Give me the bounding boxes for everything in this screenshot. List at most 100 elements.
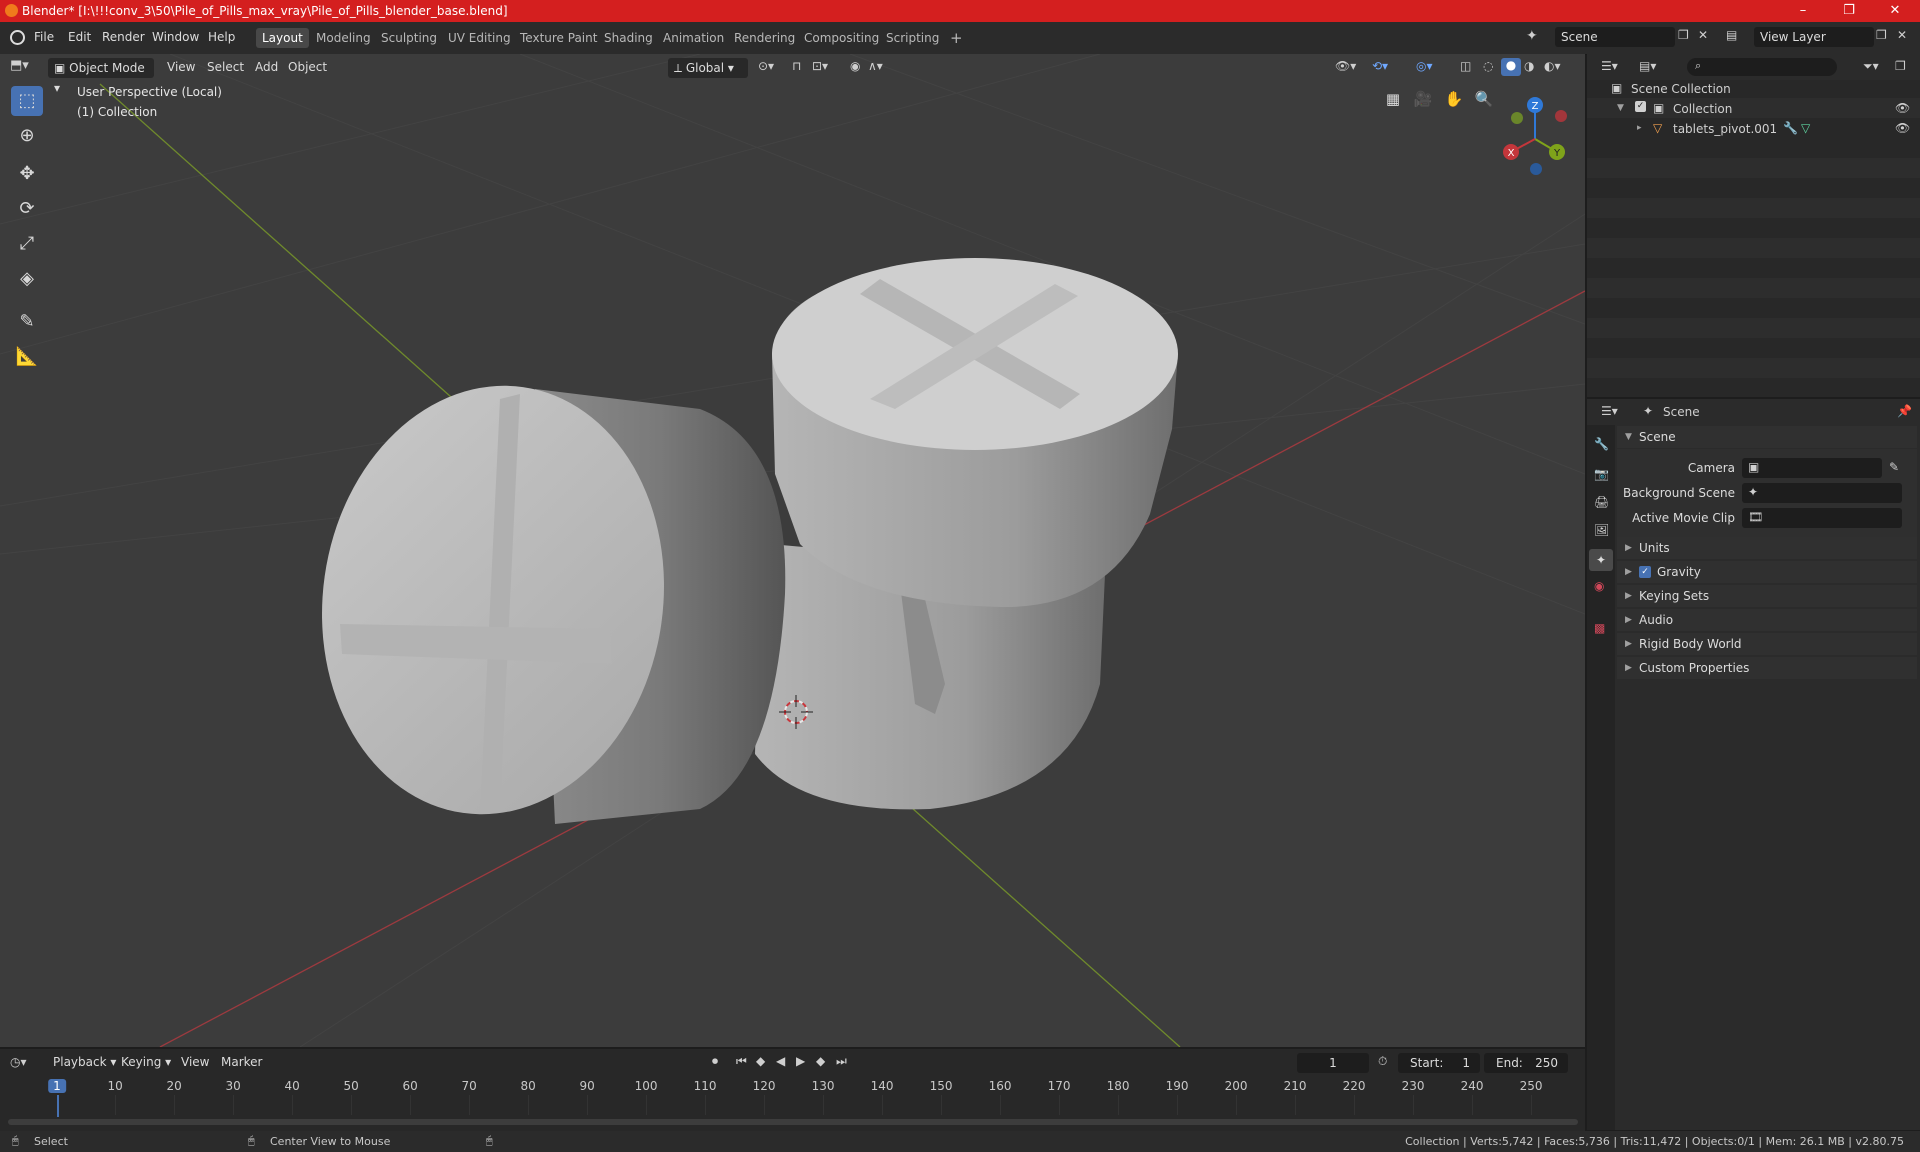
overlay-toggle-icon[interactable]: ◎▾ [1416,59,1433,73]
tab-rendering[interactable]: Rendering [728,28,801,48]
select-box-tool-icon[interactable]: ⬚ [11,86,43,116]
visibility-icon[interactable]: 👁▾ [1335,59,1356,73]
close-window-button[interactable]: ✕ [1872,0,1918,22]
new-view-layer-icon[interactable]: ❐ [1876,28,1887,42]
falloff-icon[interactable]: ∧▾ [868,59,883,73]
eye-icon[interactable]: 👁 [1895,121,1910,135]
camera-view-icon[interactable]: 🎥 [1410,86,1436,112]
view-layer-icon[interactable]: ▤ [1726,28,1737,42]
scene-tab-icon[interactable]: ✦ [1589,549,1613,571]
tab-shading[interactable]: Shading [598,28,659,48]
tab-sculpting[interactable]: Sculpting [375,28,443,48]
view-layer-tab-icon[interactable]: 🖼 [1594,523,1609,537]
render-tab-icon[interactable]: 📷 [1594,467,1609,481]
active-movie-clip-field[interactable]: 🎞 [1742,508,1902,528]
add-workspace-button[interactable]: + [944,28,969,48]
scene-panel-header[interactable]: ▼ Scene [1617,426,1917,448]
background-scene-field[interactable]: ✦ [1742,483,1902,503]
3d-viewport[interactable]: User Perspective (Local) (1) Collection … [0,54,1585,1047]
proportional-edit-icon[interactable]: ◉ [850,59,860,73]
eye-icon[interactable]: 👁 [1895,101,1910,115]
new-scene-icon[interactable]: ❐ [1678,28,1689,42]
outliner-row-object[interactable]: ▸ ▽ tablets_pivot.001 🔧 ▽ 👁 [1587,118,1920,138]
display-mode-icon[interactable]: ▤▾ [1639,59,1656,73]
timeline-scrollbar[interactable] [8,1119,1578,1125]
blender-menu-icon[interactable] [10,30,25,45]
audio-panel[interactable]: ▶ Audio [1617,609,1917,631]
scale-tool-icon[interactable]: ⤢ [11,229,43,259]
menu-file[interactable]: File [34,30,54,44]
pivot-point-icon[interactable]: ⊙▾ [758,59,774,73]
cursor-tool-icon[interactable]: ⊕ [11,121,43,151]
material-shading-icon[interactable]: ◑ [1524,59,1534,73]
tab-texture-paint[interactable]: Texture Paint [514,28,603,48]
collection-checkbox[interactable]: ✓ [1635,101,1646,112]
tab-modeling[interactable]: Modeling [310,28,377,48]
viewport-menu-view[interactable]: View [162,58,200,76]
outliner-row-scene-collection[interactable]: ▣ Scene Collection [1587,78,1920,98]
menu-window[interactable]: Window [152,30,199,44]
snap-icon[interactable]: ⊓ [792,59,801,73]
delete-view-layer-icon[interactable]: ✕ [1897,28,1907,42]
properties-editor-type-icon[interactable]: ☰▾ [1601,404,1618,418]
filter-icon[interactable]: ⏷▾ [1863,59,1879,74]
menu-render[interactable]: Render [102,30,145,44]
playhead-line[interactable] [57,1095,59,1117]
expand-arrow-icon[interactable]: ▸ [1637,123,1642,133]
eyedropper-icon[interactable]: ✎ [1889,460,1899,474]
measure-tool-icon[interactable]: 📐 [11,342,43,372]
maximize-button[interactable]: ❐ [1826,0,1872,22]
delete-scene-icon[interactable]: ✕ [1698,28,1708,42]
gravity-panel[interactable]: ▶ ✓ Gravity [1617,561,1917,583]
scene-icon[interactable]: ✦ [1526,28,1538,44]
navigation-gizmo[interactable]: Z Y X [1495,89,1585,189]
pill-upper [772,258,1178,608]
gizmo-toggle-icon[interactable]: ⟲▾ [1372,59,1388,73]
menu-help[interactable]: Help [208,30,235,44]
menu-edit[interactable]: Edit [68,30,91,44]
viewport-menu-add[interactable]: Add [250,58,283,76]
pin-icon[interactable]: 📌 [1897,404,1912,418]
camera-field[interactable]: ▣ [1742,458,1882,478]
viewport-menu-object[interactable]: Object [283,58,332,76]
new-collection-icon[interactable]: ❐ [1895,59,1906,73]
tab-layout[interactable]: Layout [256,28,309,48]
wireframe-shading-icon[interactable]: ◌ [1483,59,1493,73]
rotate-tool-icon[interactable]: ⟳ [11,194,43,224]
minimize-button[interactable]: – [1780,0,1826,22]
texture-tab-icon[interactable]: ▩ [1594,621,1605,635]
view-layer-field[interactable]: View Layer [1754,27,1874,47]
gravity-checkbox[interactable]: ✓ [1639,566,1651,578]
outliner-search-input[interactable]: ⌕ [1687,58,1837,76]
snap-target-icon[interactable]: ⊡▾ [812,59,828,73]
solid-shading-icon[interactable]: ● [1501,58,1521,76]
tab-uv-editing[interactable]: UV Editing [442,28,517,48]
collapse-arrow-icon[interactable]: ▼ [1617,103,1624,113]
zoom-view-icon[interactable]: 🔍 [1471,86,1497,112]
units-panel[interactable]: ▶ Units [1617,537,1917,559]
scene-field[interactable]: Scene [1555,27,1675,47]
timeline-tick-line [1354,1095,1356,1115]
viewport-menu-select[interactable]: Select [202,58,249,76]
tab-animation[interactable]: Animation [657,28,730,48]
xray-icon[interactable]: ◫ [1460,59,1471,73]
rigid-body-world-panel[interactable]: ▶ Rigid Body World [1617,633,1917,655]
outliner-editor-type-icon[interactable]: ☰▾ [1601,59,1618,73]
annotate-tool-icon[interactable]: ✎ [11,307,43,337]
rendered-shading-icon[interactable]: ◐▾ [1544,59,1561,73]
tool-tab-icon[interactable]: 🔧 [1594,437,1609,451]
pan-view-icon[interactable]: ✋ [1441,86,1467,112]
keying-sets-panel[interactable]: ▶ Keying Sets [1617,585,1917,607]
outliner-row-collection[interactable]: ▼ ✓ ▣ Collection 👁 [1587,98,1920,118]
move-tool-icon[interactable]: ✥ [11,159,43,189]
mode-dropdown[interactable]: ▣ Object Mode ▾ [48,58,154,95]
custom-properties-panel[interactable]: ▶ Custom Properties [1617,657,1917,679]
toggle-grid-icon[interactable]: ▦ [1380,86,1406,112]
orientation-dropdown[interactable]: ⟂ Global ▾ [668,58,748,78]
transform-tool-icon[interactable]: ◈ [11,264,43,294]
world-tab-icon[interactable]: ◉ [1594,579,1604,593]
tab-scripting[interactable]: Scripting [880,28,945,48]
output-tab-icon[interactable]: 🖨 [1594,495,1609,509]
tab-compositing[interactable]: Compositing [798,28,885,48]
editor-type-icon[interactable]: ⬒▾ [10,58,29,73]
